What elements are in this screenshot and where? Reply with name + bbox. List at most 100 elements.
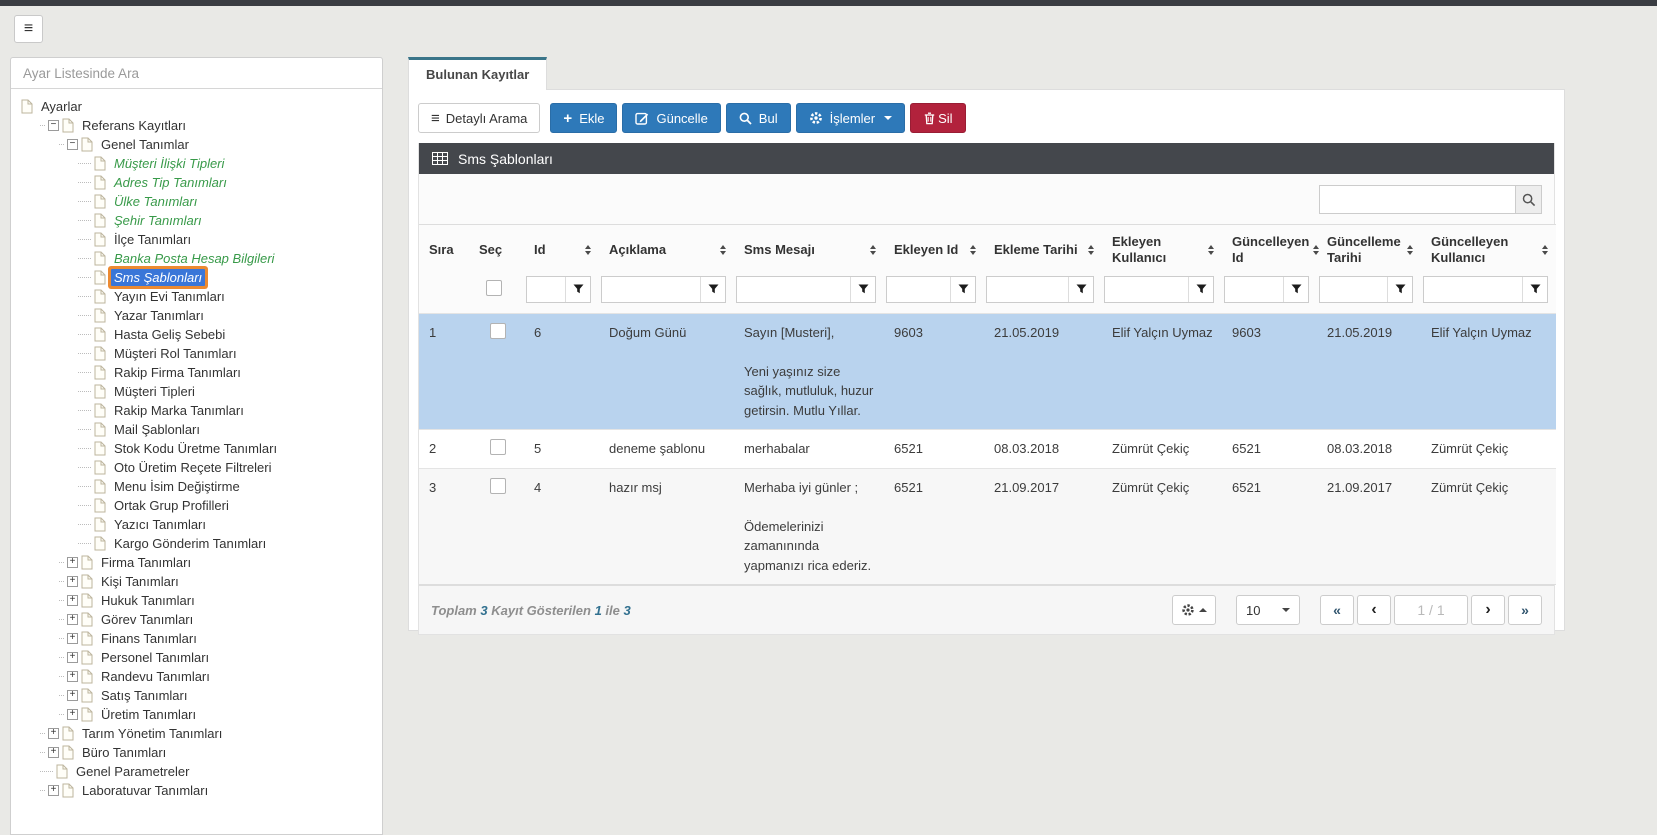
tree-expander-icon[interactable]: + — [67, 709, 78, 720]
tree-expander-icon[interactable]: + — [48, 747, 59, 758]
page-size-select[interactable]: 10 — [1236, 595, 1300, 625]
tree-item[interactable]: + Görev Tanımları — [21, 610, 378, 629]
find-button[interactable]: Bul — [726, 103, 791, 133]
sort-icon[interactable] — [1088, 245, 1094, 255]
tree-item[interactable]: Stok Kodu Üretme Tanımları — [21, 439, 378, 458]
tree-item[interactable]: Genel Parametreler — [21, 762, 378, 781]
column-header[interactable]: Ekleyen Id — [884, 225, 984, 274]
tree-item[interactable]: + Hukuk Tanımları — [21, 591, 378, 610]
filter-button[interactable] — [1068, 277, 1093, 302]
grid-search-input[interactable] — [1319, 185, 1515, 214]
filter-button[interactable] — [850, 277, 875, 302]
column-header[interactable]: Sms Mesajı — [734, 225, 884, 274]
tree-item[interactable]: + Üretim Tanımları — [21, 705, 378, 724]
filter-input[interactable] — [1105, 277, 1188, 302]
sort-icon[interactable] — [1208, 245, 1214, 255]
tree-item[interactable]: Müşteri İlişki Tipleri — [21, 154, 378, 173]
row-checkbox[interactable] — [490, 478, 506, 494]
detailed-search-button[interactable]: ≡ Detaylı Arama — [418, 103, 540, 133]
column-header[interactable]: Ekleme Tarihi — [984, 225, 1102, 274]
tree-item[interactable]: Adres Tip Tanımları — [21, 173, 378, 192]
settings-search-input[interactable] — [11, 58, 382, 89]
table-row[interactable]: 34hazır msjMerhaba iyi günler ; Ödemeler… — [419, 468, 1556, 585]
grid-search-button[interactable] — [1515, 185, 1542, 214]
tree-item[interactable]: Yazar Tanımları — [21, 306, 378, 325]
sort-icon[interactable] — [585, 245, 591, 255]
sort-icon[interactable] — [870, 245, 876, 255]
row-checkbox[interactable] — [486, 280, 502, 296]
tree-item[interactable]: Müşteri Tipleri — [21, 382, 378, 401]
tree-item[interactable]: Rakip Marka Tanımları — [21, 401, 378, 420]
tree-expander-icon[interactable]: + — [48, 785, 59, 796]
tree-expander-icon[interactable]: + — [67, 690, 78, 701]
table-row[interactable]: 16Doğum GünüSayın [Musteri], Yeni yaşını… — [419, 313, 1556, 430]
filter-input[interactable] — [1320, 277, 1387, 302]
first-page-button[interactable]: « — [1320, 595, 1354, 625]
tree-item[interactable]: + Firma Tanımları — [21, 553, 378, 572]
row-checkbox[interactable] — [490, 439, 506, 455]
filter-button[interactable] — [1522, 277, 1547, 302]
tree-item[interactable]: + Laboratuvar Tanımları — [21, 781, 378, 800]
column-header[interactable]: Açıklama — [599, 225, 734, 274]
tree-expander-icon[interactable]: + — [67, 671, 78, 682]
column-header[interactable]: Sıra — [419, 225, 469, 274]
delete-button[interactable]: Sil — [910, 103, 965, 133]
tree-item[interactable]: Kargo Gönderim Tanımları — [21, 534, 378, 553]
tree-expander-icon[interactable]: + — [67, 652, 78, 663]
tree-item[interactable]: + Personel Tanımları — [21, 648, 378, 667]
tree-item[interactable]: Ortak Grup Profilleri — [21, 496, 378, 515]
add-button[interactable]: + Ekle — [550, 103, 617, 133]
tree-item[interactable]: Müşteri Rol Tanımları — [21, 344, 378, 363]
filter-input[interactable] — [527, 277, 565, 302]
filter-button[interactable] — [950, 277, 975, 302]
tree-expander-icon[interactable]: + — [67, 576, 78, 587]
tree-item[interactable]: + Finans Tanımları — [21, 629, 378, 648]
tree-item[interactable]: Hasta Geliş Sebebi — [21, 325, 378, 344]
prev-page-button[interactable]: ‹ — [1357, 595, 1391, 625]
tree-item[interactable]: + Satış Tanımları — [21, 686, 378, 705]
tree-item[interactable]: + Büro Tanımları — [21, 743, 378, 762]
tree-item[interactable]: − Genel Tanımlar — [21, 135, 378, 154]
tree-item[interactable]: Yayın Evi Tanımları — [21, 287, 378, 306]
column-header[interactable]: Seç — [469, 225, 524, 274]
tree-item[interactable]: + Kişi Tanımları — [21, 572, 378, 591]
tree-expander-icon[interactable]: + — [48, 728, 59, 739]
sort-icon[interactable] — [720, 245, 726, 255]
column-header[interactable]: Ekleyen Kullanıcı — [1102, 225, 1222, 274]
sort-icon[interactable] — [1313, 245, 1319, 255]
tree-expander-icon[interactable]: − — [67, 139, 78, 150]
filter-button[interactable] — [565, 277, 590, 302]
menu-toggle-button[interactable]: ≡ — [14, 15, 43, 43]
filter-input[interactable] — [1424, 277, 1522, 302]
filter-input[interactable] — [887, 277, 950, 302]
row-checkbox[interactable] — [490, 323, 506, 339]
filter-input[interactable] — [602, 277, 700, 302]
sort-icon[interactable] — [1542, 245, 1548, 255]
tree-item[interactable]: Rakip Firma Tanımları — [21, 363, 378, 382]
filter-input[interactable] — [1225, 277, 1283, 302]
filter-button[interactable] — [700, 277, 725, 302]
filter-input[interactable] — [987, 277, 1068, 302]
tree-expander-icon[interactable]: + — [67, 595, 78, 606]
column-header[interactable]: Güncelleyen Id — [1222, 225, 1317, 274]
tree-item[interactable]: Ülke Tanımları — [21, 192, 378, 211]
sort-icon[interactable] — [970, 245, 976, 255]
tree-expander-icon[interactable]: + — [67, 557, 78, 568]
tree-item[interactable]: Oto Üretim Reçete Filtreleri — [21, 458, 378, 477]
column-header[interactable]: Güncelleyen Kullanıcı — [1421, 225, 1556, 274]
filter-input[interactable] — [737, 277, 850, 302]
tree-item[interactable]: Yazıcı Tanımları — [21, 515, 378, 534]
tree-item[interactable]: + Randevu Tanımları — [21, 667, 378, 686]
column-header[interactable]: Id — [524, 225, 599, 274]
tab-bulunan-kayitlar[interactable]: Bulunan Kayıtlar — [408, 57, 547, 90]
next-page-button[interactable]: › — [1471, 595, 1505, 625]
last-page-button[interactable]: » — [1508, 595, 1542, 625]
tree-item[interactable]: İlçe Tanımları — [21, 230, 378, 249]
column-header[interactable]: Güncelleme Tarihi — [1317, 225, 1421, 274]
filter-button[interactable] — [1387, 277, 1412, 302]
update-button[interactable]: Güncelle — [622, 103, 720, 133]
tree-item[interactable]: Ayarlar — [21, 97, 378, 116]
tree-expander-icon[interactable]: − — [48, 120, 59, 131]
tree-item[interactable]: Mail Şablonları — [21, 420, 378, 439]
filter-button[interactable] — [1188, 277, 1213, 302]
